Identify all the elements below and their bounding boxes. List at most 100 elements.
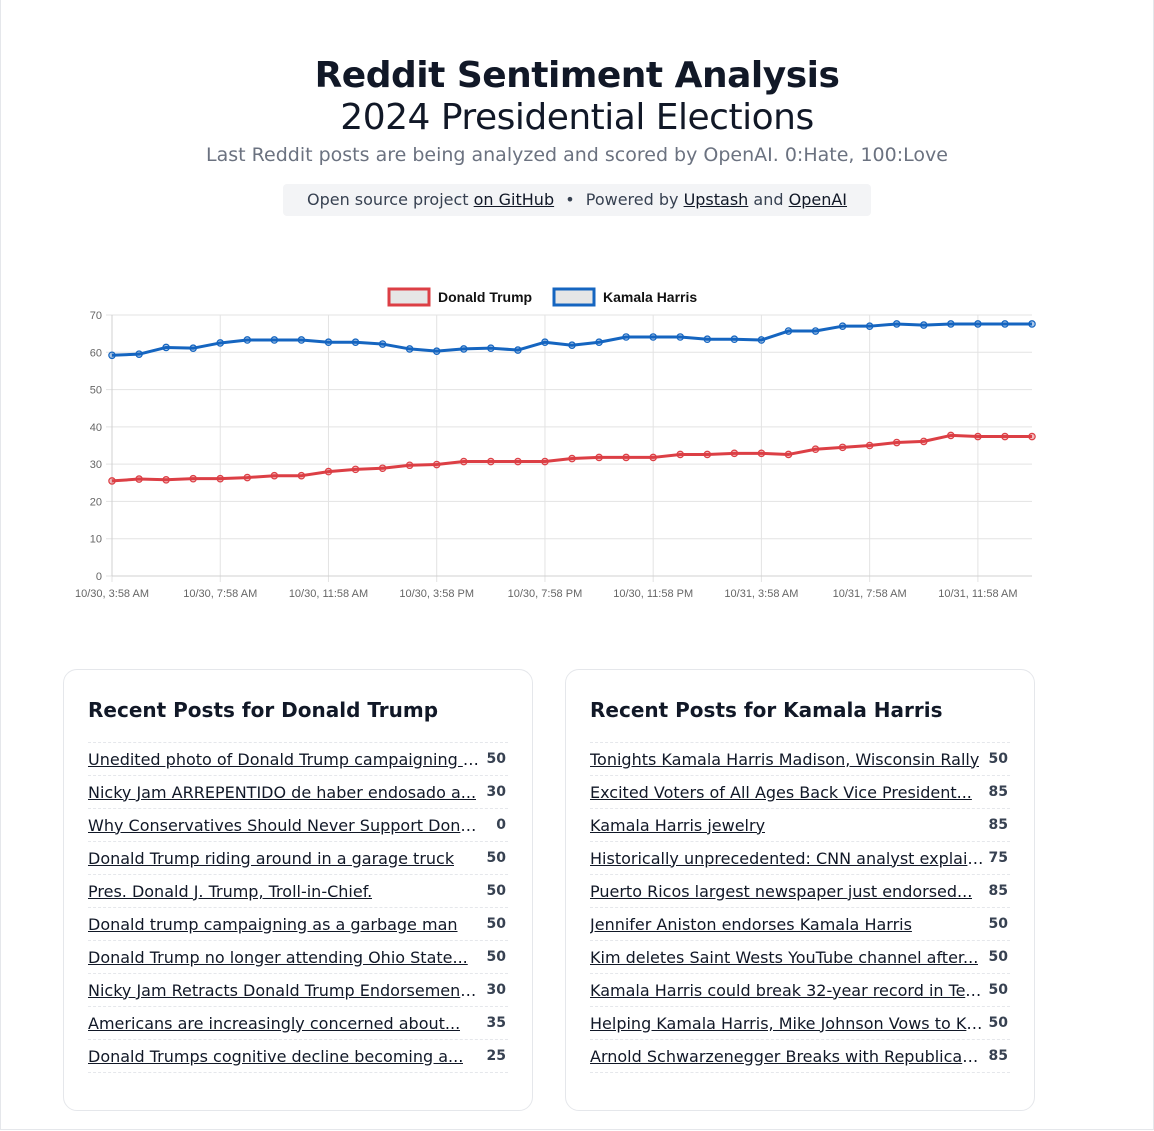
data-point [270,336,279,344]
data-point [784,327,793,335]
data-point [243,336,252,344]
data-point [865,441,874,450]
x-tick-label: 10/31, 7:58 AM [833,588,907,600]
post-link[interactable]: Nicky Jam ARREPENTIDO de haber endosado … [88,783,476,802]
data-point [216,474,225,483]
recent-posts-section: Recent Posts for Donald Trump Unedited p… [63,669,1039,1111]
data-point [676,333,685,341]
badge-prefix: Open source project [306,190,474,209]
post-row: Pres. Donald J. Trump, Troll-in-Chief. 50 [88,874,508,907]
post-row: Kim deletes Saint Wests YouTube channel … [590,940,1010,973]
post-link[interactable]: Helping Kamala Harris, Mike Johnson Vows… [590,1014,984,1033]
post-score: 85 [988,1048,1008,1064]
post-score: 50 [486,751,506,767]
data-point [541,338,549,347]
github-link[interactable]: on GitHub [474,190,554,209]
post-row: Tonights Kamala Harris Madison, Wisconsi… [590,742,1010,775]
harris-posts-card: Recent Posts for Kamala Harris Tonights … [565,669,1035,1111]
data-point [324,467,333,476]
post-score: 85 [988,784,1008,800]
data-point [432,347,441,355]
y-tick-label: 20 [90,496,102,508]
post-link[interactable]: Puerto Ricos largest newspaper just endo… [590,882,972,901]
post-score: 50 [486,916,506,932]
legend-label: Kamala Harris [603,289,697,305]
post-link[interactable]: Kamala Harris could break 32-year record… [590,981,984,1000]
data-point [649,453,657,462]
post-score: 50 [988,949,1008,965]
post-row: Historically unprecedented: CNN analyst … [590,841,1010,874]
post-link[interactable]: Excited Voters of All Ages Back Vice Pre… [590,783,972,802]
legend-swatch-1 [552,287,596,307]
post-score: 30 [486,784,506,800]
data-point [514,346,522,354]
y-tick-label: 60 [90,347,102,359]
data-point [135,350,143,358]
post-link[interactable]: Donald Trump no longer attending Ohio St… [88,948,468,967]
data-point [108,351,116,360]
post-link[interactable]: Kamala Harris jewelry [590,816,765,835]
data-point [378,340,387,348]
post-link[interactable]: Historically unprecedented: CNN analyst … [590,849,984,868]
sentiment-line-chart: Donald TrumpKamala Harris Sentiment Scor… [75,287,1036,600]
post-link[interactable]: Pres. Donald J. Trump, Troll-in-Chief. [88,882,372,901]
upstash-link[interactable]: Upstash [684,190,749,209]
post-row: Unedited photo of Donald Trump campaigni… [88,742,508,775]
x-tick-label: 10/31, 3:58 AM [724,588,798,600]
post-link[interactable]: Donald trump campaigning as a garbage ma… [88,915,458,934]
y-tick-label: 70 [90,310,102,322]
data-point [297,336,306,344]
post-row: Americans are increasingly concerned abo… [88,1006,508,1039]
y-axis-ticks: 0 10 20 30 40 50 60 70 [90,310,102,583]
data-point [757,449,766,458]
post-link[interactable]: Donald Trump riding around in a garage t… [88,849,454,868]
y-tick-label: 10 [90,534,102,546]
data-point [649,333,657,341]
post-link[interactable]: Americans are increasingly concerned abo… [88,1014,460,1033]
chart-grid [106,314,1032,582]
separator-dot: • [565,190,575,209]
openai-link[interactable]: OpenAI [789,190,847,209]
data-point [541,457,549,466]
post-score: 50 [988,1015,1008,1031]
and-text: and [748,190,789,209]
post-row: Donald Trumps cognitive decline becoming… [88,1039,508,1073]
data-point [243,473,252,482]
series-kamala-harris [108,320,1036,360]
data-point [730,335,739,344]
post-link[interactable]: Nicky Jam Retracts Donald Trump Endorsem… [88,981,482,1000]
data-point [432,460,441,469]
data-point [351,465,360,474]
y-tick-label: 50 [90,385,102,397]
data-point [784,450,793,459]
post-link[interactable]: Jennifer Aniston endorses Kamala Harris [590,915,912,934]
data-point [1028,320,1036,328]
data-point [405,461,414,470]
post-row: Donald Trump riding around in a garage t… [88,841,508,874]
page-description: Last Reddit posts are being analyzed and… [206,144,948,166]
post-link[interactable]: Why Conservatives Should Never Support D… [88,816,482,835]
data-point [459,457,468,466]
y-tick-label: 0 [96,571,102,583]
post-link[interactable]: Arnold Schwarzenegger Breaks with Republ… [590,1047,984,1066]
post-link[interactable]: Kim deletes Saint Wests YouTube channel … [590,948,978,967]
trump-posts-card: Recent Posts for Donald Trump Unedited p… [63,669,533,1111]
y-tick-label: 30 [90,459,102,471]
data-point [974,432,982,441]
data-point [838,322,847,330]
post-row: Why Conservatives Should Never Support D… [88,808,508,841]
x-tick-label: 10/30, 11:58 PM [613,588,693,600]
data-point [947,431,955,440]
data-point [838,443,847,452]
data-point [919,437,928,446]
post-link[interactable]: Tonights Kamala Harris Madison, Wisconsi… [590,750,979,769]
data-point [270,471,279,480]
post-link[interactable]: Unedited photo of Donald Trump campaigni… [88,750,482,769]
data-point [297,471,306,480]
post-score: 50 [486,949,506,965]
page-subtitle: 2024 Presidential Elections [340,97,814,138]
data-point [108,477,116,485]
data-point [865,322,874,330]
page-title: Reddit Sentiment Analysis [314,55,840,96]
post-link[interactable]: Donald Trumps cognitive decline becoming… [88,1047,463,1066]
